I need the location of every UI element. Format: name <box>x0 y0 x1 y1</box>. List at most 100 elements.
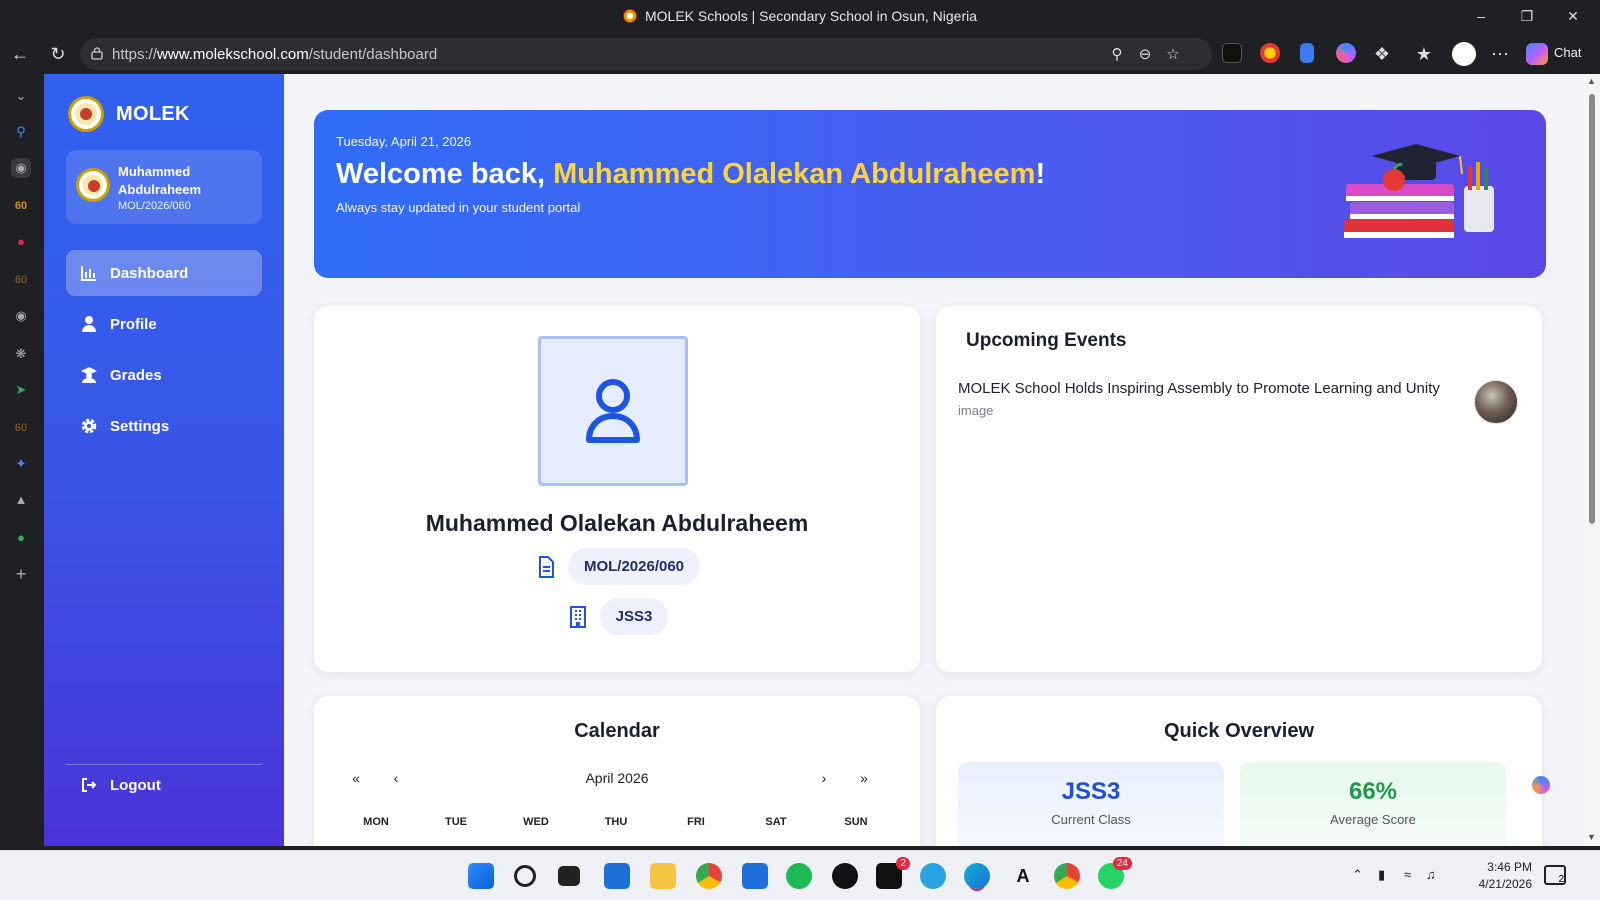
gemini-icon[interactable]: ✦ <box>11 454 31 474</box>
widgets-icon[interactable] <box>604 863 630 889</box>
system-clock[interactable]: 3:46 PM 4/21/2026 <box>1456 859 1532 893</box>
event-item[interactable]: MOLEK School Holds Inspiring Assembly to… <box>958 380 1518 428</box>
stat-average-score: 66% Average Score <box>1240 762 1506 846</box>
zoom-out-icon[interactable]: ⊖ <box>1136 46 1154 64</box>
event-title: MOLEK School Holds Inspiring Assembly to… <box>958 380 1440 397</box>
volume-icon[interactable]: ♫ <box>1426 867 1436 882</box>
nav-settings-label: Settings <box>110 417 170 435</box>
anthropic-icon[interactable]: A <box>1010 863 1036 889</box>
extensions-puzzle-icon[interactable]: ❖ <box>1370 42 1394 66</box>
window-title: MOLEK Schools | Secondary School in Osun… <box>0 8 1600 24</box>
refresh-button[interactable]: ↻ <box>46 42 70 66</box>
nav-dashboard[interactable]: Dashboard <box>66 250 262 296</box>
bolt-icon[interactable]: ➤ <box>11 380 31 400</box>
user-outline-icon <box>586 379 640 443</box>
calendar-next-year-button[interactable]: » <box>854 770 874 786</box>
store-icon[interactable] <box>742 863 768 889</box>
page-scrollbar[interactable]: ▲ ▼ <box>1584 74 1600 846</box>
edge-icon[interactable] <box>964 863 990 889</box>
brand[interactable]: MOLEK <box>68 96 190 132</box>
file-explorer-icon[interactable] <box>650 863 676 889</box>
back-button[interactable]: ← <box>8 42 32 66</box>
url-text[interactable]: https://www.molekschool.com/student/dash… <box>112 46 437 63</box>
scroll-down-icon[interactable]: ▼ <box>1587 832 1596 842</box>
calendar-prev-month-button[interactable]: ‹ <box>386 770 406 786</box>
user-avatar <box>76 168 110 202</box>
openai-icon[interactable]: ❋ <box>11 344 31 364</box>
upcoming-events-card: Upcoming Events MOLEK School Holds Inspi… <box>936 306 1542 672</box>
tiktok-icon[interactable] <box>832 863 858 889</box>
scrollbar-thumb[interactable] <box>1589 94 1595 524</box>
notification-center-icon[interactable]: 2 <box>1544 865 1566 885</box>
copilot-icon <box>1526 43 1548 65</box>
page-viewport: MOLEK Muhammed Abdulraheem MOL/2026/060 … <box>44 74 1584 846</box>
nav-profile[interactable]: Profile <box>66 301 262 347</box>
tab-60-third-icon[interactable]: 60 <box>11 418 31 438</box>
chrome-profile-icon[interactable] <box>1054 863 1080 889</box>
collapse-tabs-icon[interactable]: ⌄ <box>11 86 31 106</box>
add-tab-icon[interactable]: + <box>11 564 31 584</box>
pinterest-icon[interactable]: ● <box>11 232 31 252</box>
telegram-icon[interactable] <box>920 863 946 889</box>
minimize-button[interactable]: – <box>1458 4 1504 28</box>
address-bar[interactable]: https://www.molekschool.com/student/dash… <box>80 38 1212 70</box>
nav-grades[interactable]: Grades <box>66 352 262 398</box>
calendar-prev-year-button[interactable]: « <box>346 770 366 786</box>
spotify-icon[interactable] <box>786 863 812 889</box>
chat-button[interactable]: Chat <box>1526 42 1581 66</box>
github-icon[interactable]: ◉ <box>11 306 31 326</box>
books-graduation-illustration <box>1344 144 1494 238</box>
favorite-star-icon[interactable]: ☆ <box>1164 46 1182 64</box>
document-icon <box>538 555 554 578</box>
profile-avatar-icon[interactable] <box>1452 42 1476 66</box>
battery-icon[interactable]: ▮ <box>1378 867 1385 883</box>
key-icon[interactable]: ⚲ <box>1108 46 1126 64</box>
tab-60-alt-icon[interactable]: 60 <box>11 270 31 290</box>
copilot-extension-icon[interactable] <box>1336 43 1356 63</box>
calendar-card: Calendar April 2026 « ‹ › » MON TUE WED … <box>314 696 920 846</box>
favorites-icon[interactable]: ★ <box>1412 42 1436 66</box>
taskbar-search-icon[interactable] <box>514 865 536 887</box>
tray-overflow-icon[interactable]: ⌃ <box>1352 867 1363 883</box>
nav-settings[interactable]: Settings <box>66 403 262 449</box>
tab-60-icon[interactable]: 60 <box>11 196 31 216</box>
task-view-icon[interactable] <box>558 866 580 886</box>
wifi-icon[interactable]: ≈ <box>1404 867 1411 882</box>
window-titlebar: MOLEK Schools | Secondary School in Osun… <box>0 0 1600 34</box>
x-app-icon[interactable]: 2 <box>876 857 910 889</box>
notification-count: 2 <box>1558 874 1564 885</box>
search-icon[interactable]: ⚲ <box>11 122 31 142</box>
logout-label: Logout <box>110 776 161 794</box>
welcome-heading: Welcome back, Muhammed Olalekan Abdulrah… <box>336 158 1045 191</box>
scroll-up-icon[interactable]: ▲ <box>1587 76 1596 86</box>
floating-copilot-icon[interactable] <box>1532 776 1550 794</box>
profile-photo-placeholder[interactable] <box>538 336 688 486</box>
clock-time: 3:46 PM <box>1487 860 1532 874</box>
whatsapp-icon[interactable]: 24 <box>1098 857 1132 889</box>
app-icon[interactable]: ● <box>11 528 31 548</box>
building-icon <box>569 605 586 628</box>
more-menu-icon[interactable]: ⋯ <box>1488 42 1512 66</box>
browser-sidebar: ⌄ ⚲ ◉ 60 ● 60 ◉ ❋ ➤ 60 ✦ ▲ ● + <box>0 74 44 850</box>
profile-card: Muhammed Olalekan Abdulraheem MOL/2026/0… <box>314 306 920 672</box>
extension-2-icon[interactable] <box>1260 43 1280 63</box>
url-path: /student/dashboard <box>308 46 438 63</box>
chat-label: Chat <box>1554 45 1582 60</box>
welcome-subtitle: Always stay updated in your student port… <box>336 200 581 215</box>
chrome-icon[interactable] <box>696 863 722 889</box>
events-title: Upcoming Events <box>966 330 1127 351</box>
welcome-suffix: ! <box>1035 158 1046 190</box>
extension-1-icon[interactable] <box>1222 43 1242 63</box>
restore-button[interactable]: ❐ <box>1504 4 1550 28</box>
event-thumbnail <box>1474 380 1518 424</box>
logout-button[interactable]: Logout <box>66 762 262 808</box>
overview-title: Quick Overview <box>1163 720 1315 742</box>
close-window-button[interactable]: ✕ <box>1550 4 1596 28</box>
chart-bar-icon <box>80 264 98 282</box>
vercel-icon[interactable]: ▲ <box>11 490 31 510</box>
molek-tab-icon[interactable]: ◉ <box>11 158 31 178</box>
windows-start-icon[interactable] <box>468 863 494 889</box>
extension-3-icon[interactable] <box>1300 43 1314 63</box>
calendar-next-month-button[interactable]: › <box>814 770 834 786</box>
nav-grades-label: Grades <box>110 366 162 384</box>
